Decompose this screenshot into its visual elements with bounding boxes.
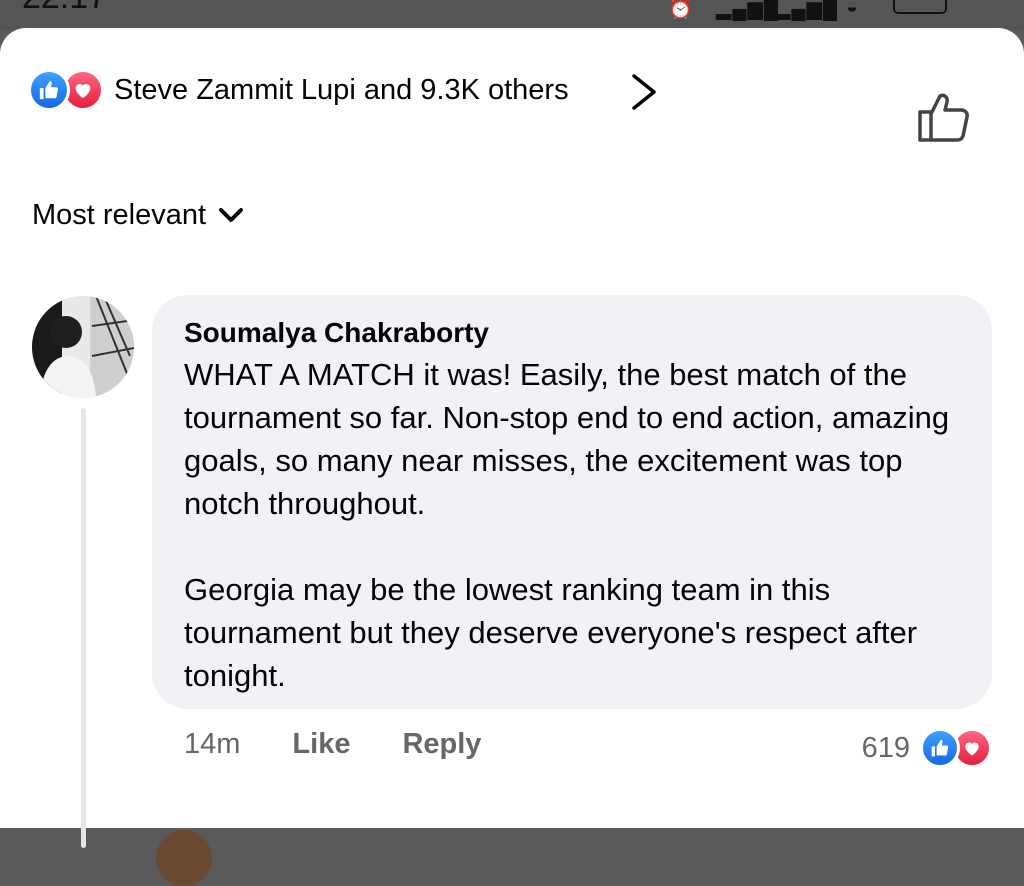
reactions-summary-text: Steve Zammit Lupi and 9.3K others xyxy=(114,73,569,106)
sort-label: Most relevant xyxy=(32,199,207,231)
comment-actions: 14m Like Reply xyxy=(184,728,481,761)
like-reaction-icon xyxy=(920,728,960,768)
status-bar: 22:17 ⏰ ▂▄▆█ ▂▄▆█ ◒ xyxy=(0,0,1024,30)
reactions-summary[interactable]: Steve Zammit Lupi and 9.3K others xyxy=(28,68,569,112)
like-reaction-icon xyxy=(28,69,70,111)
comment-paragraph-1: WHAT A MATCH it was! Easily, the best ma… xyxy=(184,357,950,521)
comment-author[interactable]: Soumalya Chakraborty xyxy=(184,315,960,351)
comment-paragraph-2: Georgia may be the lowest ranking team i… xyxy=(184,572,918,693)
comment-bubble[interactable]: Soumalya Chakraborty WHAT A MATCH it was… xyxy=(152,295,992,709)
comment-reactions[interactable]: 619 xyxy=(862,728,992,768)
reply-avatar[interactable] xyxy=(156,830,212,886)
status-time: 22:17 xyxy=(22,0,107,17)
alarm-icon: ⏰ xyxy=(668,0,694,20)
wifi-icon: ◒ xyxy=(846,0,860,18)
avatar[interactable] xyxy=(32,296,134,398)
comment-reaction-count: 619 xyxy=(861,731,910,764)
comment-timestamp[interactable]: 14m xyxy=(184,728,240,761)
sort-dropdown[interactable]: Most relevant xyxy=(32,198,244,233)
chevron-right-icon[interactable] xyxy=(628,72,660,117)
battery-icon xyxy=(893,0,947,14)
thumbs-up-outline-icon[interactable] xyxy=(916,90,972,149)
chevron-down-icon xyxy=(218,200,244,233)
comment-reply-button[interactable]: Reply xyxy=(402,728,481,761)
signal-icon: ▂▄▆█ xyxy=(716,0,780,20)
reaction-icons xyxy=(28,69,104,111)
thread-line xyxy=(81,408,86,848)
comments-sheet: Steve Zammit Lupi and 9.3K others Most r… xyxy=(0,28,1024,886)
signal-icon-2: ▂▄▆█ xyxy=(775,0,839,20)
comment-like-button[interactable]: Like xyxy=(292,728,350,761)
comment-text: WHAT A MATCH it was! Easily, the best ma… xyxy=(184,353,960,697)
